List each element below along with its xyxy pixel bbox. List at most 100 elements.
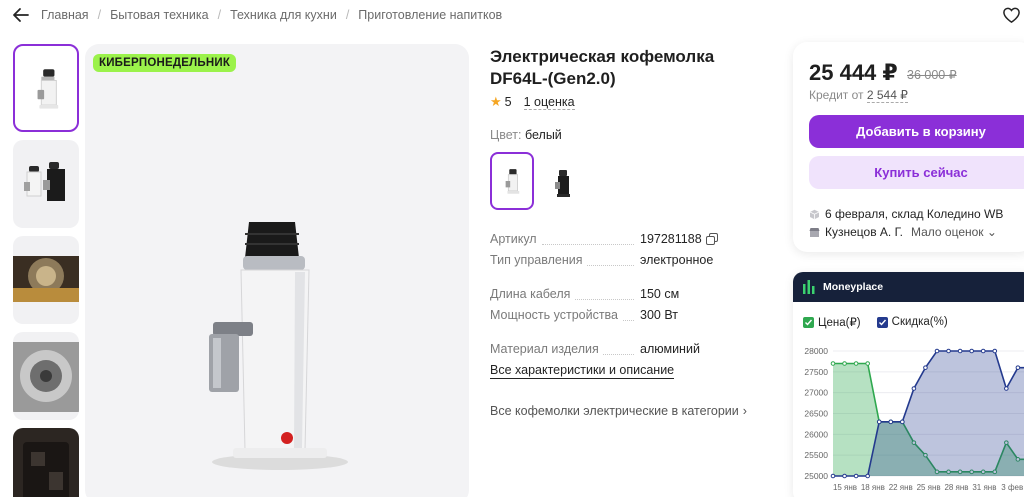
credit-prefix: Кредит от [809, 88, 864, 102]
buy-card: 25 444 ₽ 36 000 ₽ Кредит от 2 544 ₽ Доба… [793, 42, 1024, 252]
delivery-info: 6 февраля, склад Коледино WB [809, 207, 1003, 221]
checkbox-checked-icon[interactable] [803, 316, 814, 328]
y-tick-label: 25000 [804, 471, 828, 481]
data-point [876, 419, 882, 425]
thumbnail-5[interactable] [13, 428, 79, 497]
breadcrumb-item-kitchen[interactable]: Техника для кухни [230, 8, 337, 22]
promo-badge: КИБЕРПОНЕДЕЛЬНИК [93, 54, 237, 72]
coffee-grinder-image [209, 222, 348, 470]
y-tick-label: 27500 [804, 367, 828, 377]
reviews-link[interactable]: 1 оценка [523, 95, 575, 110]
data-point [1004, 386, 1009, 391]
data-point [853, 473, 859, 479]
checkbox-checked-icon[interactable] [876, 316, 888, 328]
data-point [842, 361, 847, 366]
dotted-leader [542, 244, 634, 245]
grinder-white-swatch-image [505, 169, 520, 194]
spec-value: 197281188 [640, 232, 718, 246]
x-tick-label: 15 янв [833, 483, 857, 492]
spec-key: Длина кабеля [490, 287, 575, 301]
price-history-chart: 28000 27500 27000 26500 26000 25500 25000 15 ян… [804, 346, 1024, 492]
moneyplace-title: Moneyplace [823, 281, 884, 293]
grinder-pair-thumb-image [24, 162, 65, 201]
packaging-thumb-image [13, 428, 79, 497]
thumbnail-4[interactable] [13, 332, 79, 420]
chevron-down-icon: ⌄ [986, 225, 997, 239]
spec-value: 150 см [640, 287, 680, 301]
category-link-label: Все кофемолки электрические в категории [490, 404, 739, 418]
article-number[interactable]: 197281188 [640, 232, 702, 246]
spec-row: Длина кабеля 150 см [490, 287, 760, 305]
breadcrumb-item-drinks[interactable]: Приготовление напитков [358, 8, 502, 22]
seller-rating-note[interactable]: Мало оценок ⌄ [911, 225, 997, 239]
thumbnail-1[interactable] [13, 44, 79, 132]
moneyplace-widget: Moneyplace Цена(₽) Скидка(%) 28000 27500 2… [793, 272, 1024, 497]
color-label: Цвет: [490, 128, 522, 142]
credit-amount-link[interactable]: 2 544 ₽ [866, 88, 908, 103]
all-specs-link[interactable]: Все характеристики и описание [490, 363, 675, 379]
y-tick-label: 27000 [804, 388, 828, 398]
y-tick-label: 26500 [804, 409, 828, 419]
category-link[interactable]: Все кофемолки электрические в категории › [490, 404, 747, 418]
spec-key: Мощность устройства [490, 308, 623, 322]
color-selector-label: Цвет: белый [490, 128, 562, 142]
data-point [957, 348, 963, 354]
spec-key: Материал изделия [490, 342, 603, 356]
data-point [923, 365, 928, 370]
data-point [900, 419, 905, 425]
thumbnail-2[interactable] [13, 140, 79, 228]
box-icon [809, 209, 820, 219]
shop-icon [809, 227, 820, 237]
top-bar: Главная / Бытовая техника / Техника для … [0, 0, 1024, 32]
data-point [865, 473, 870, 479]
data-point [969, 348, 974, 354]
spec-row: Мощность устройства 300 Вт [490, 308, 760, 326]
data-point [980, 348, 986, 354]
data-point [830, 473, 836, 479]
breadcrumb-item-appliances[interactable]: Бытовая техника [110, 8, 209, 22]
add-to-cart-button[interactable]: Добавить в корзину [809, 115, 1024, 148]
main-product-photo[interactable]: КИБЕРПОНЕДЕЛЬНИК [85, 44, 469, 497]
breadcrumb: Главная / Бытовая техника / Техника для … [41, 8, 502, 22]
price: 25 444 ₽ [809, 60, 898, 85]
seller-info[interactable]: Кузнецов А. Г. Мало оценок ⌄ [809, 225, 997, 239]
thumbnail-3[interactable] [13, 236, 79, 324]
delivery-text: 6 февраля, склад Коледино WB [825, 207, 1004, 221]
burr-closeup-thumb-image [13, 342, 79, 412]
moneyplace-header: Moneyplace [793, 272, 1024, 302]
breadcrumb-item-home[interactable]: Главная [41, 8, 89, 22]
star-icon: ★ [490, 94, 502, 109]
spec-value: алюминий [640, 342, 700, 356]
seller-rating-text: Мало оценок [910, 225, 984, 239]
grinder-white-thumb-image [37, 69, 59, 109]
back-arrow-icon[interactable] [12, 6, 30, 24]
x-tick-label: 31 янв [972, 483, 996, 492]
x-tick-label: 22 янв [889, 483, 913, 492]
data-point [934, 348, 940, 354]
chevron-right-icon: › [742, 404, 747, 418]
legend-price[interactable]: Цена(₽) [803, 315, 861, 329]
color-value: белый [524, 128, 562, 142]
copy-icon[interactable] [705, 233, 718, 245]
favorite-heart-icon[interactable] [1002, 6, 1021, 24]
color-swatch-white[interactable] [490, 152, 534, 210]
seller-name[interactable]: Кузнецов А. Г. [825, 225, 903, 239]
x-tick-label: 3 фев [1001, 483, 1023, 492]
data-point [911, 386, 917, 391]
color-swatch-black[interactable] [540, 152, 584, 210]
rating-value: 5 [504, 95, 512, 109]
y-tick-label: 25500 [804, 450, 828, 460]
data-point [1015, 365, 1021, 370]
buy-now-button[interactable]: Купить сейчас [809, 156, 1024, 189]
burr-detail-thumb-image [13, 256, 79, 302]
y-tick-label: 26000 [804, 429, 828, 439]
spec-value: 300 Вт [640, 308, 678, 322]
spec-key: Артикул [490, 232, 541, 246]
spec-value: электронное [640, 253, 714, 267]
chart-legend: Цена(₽) Скидка(%) [803, 315, 964, 329]
y-tick-label: 28000 [804, 346, 828, 356]
data-point [853, 361, 859, 366]
legend-discount[interactable]: Скидка(%) [876, 316, 948, 328]
old-price: 36 000 ₽ [907, 68, 957, 82]
data-point [946, 348, 951, 354]
